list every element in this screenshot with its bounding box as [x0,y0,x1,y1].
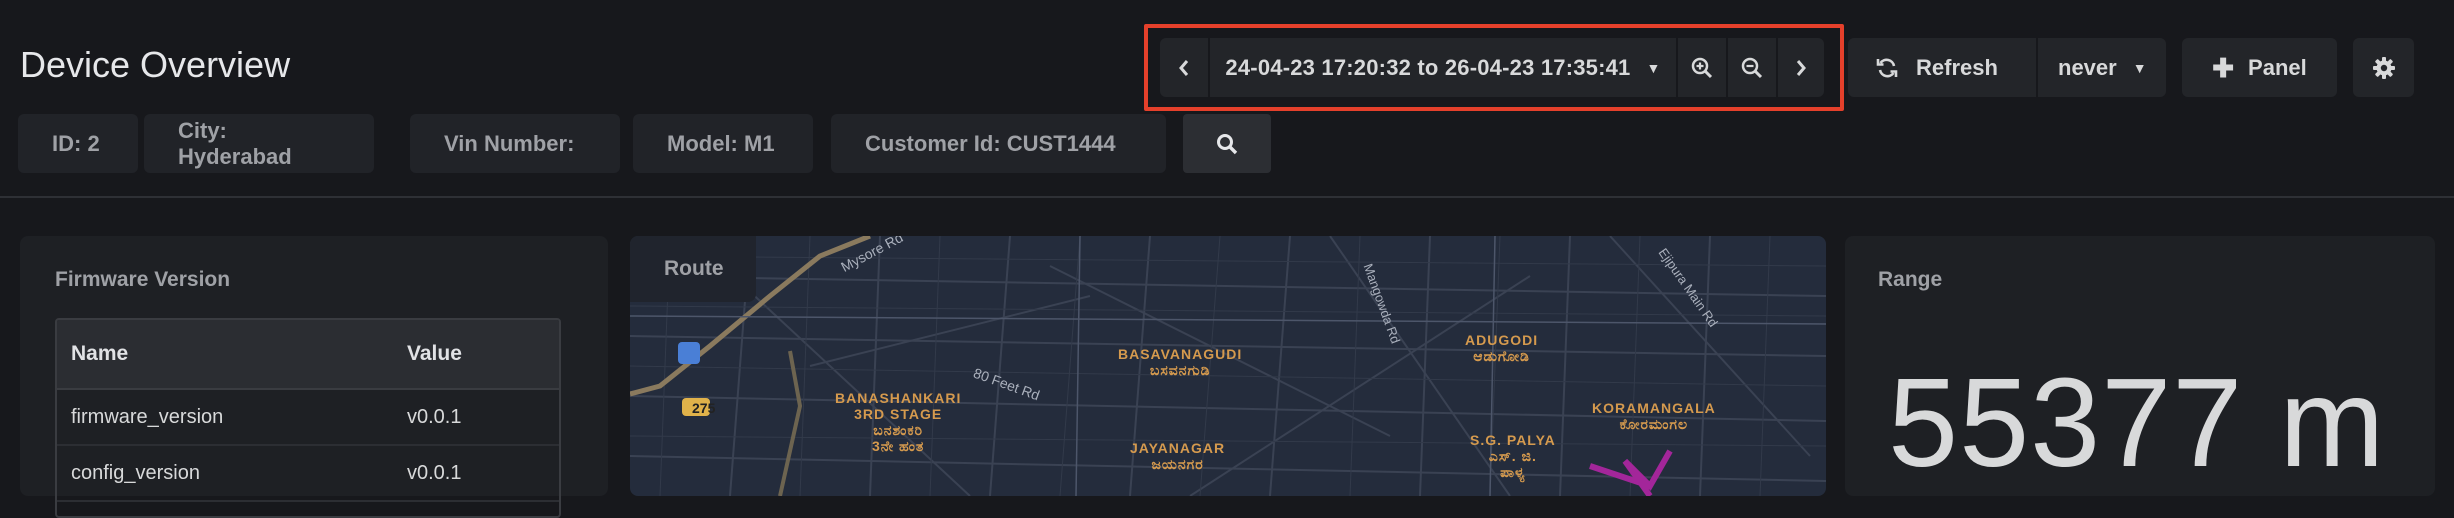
panel-title: Route [630,236,756,302]
filter-chip-id[interactable]: ID: 2 [18,114,138,173]
page-title: Device Overview [20,44,291,85]
chevron-left-icon [1179,59,1189,76]
zoom-in-button[interactable] [1678,38,1728,97]
caret-down-icon: ▼ [2132,59,2147,76]
add-panel-label: Panel [2248,54,2307,80]
chevron-right-icon [1796,59,1806,76]
settings-button[interactable] [2353,38,2414,97]
shift-forward-button[interactable] [1778,38,1824,97]
zoom-out-icon [1741,57,1763,78]
map-label: BASAVANAGUDI ಬಸವನಗುಡಿ [1118,346,1243,378]
table-row: config_version v0.0.1 [57,446,559,502]
filter-chip-model[interactable]: Model: M1 [633,114,813,173]
table-row: firmware_version v0.0.1 [57,390,559,446]
add-panel-button[interactable]: ✚ Panel [2182,38,2337,97]
map-label: S.G. PALYA ಎಸ್. ಜಿ. ಪಾಳ್ಯ [1470,432,1556,480]
zoom-in-icon [1691,57,1713,78]
time-range-picker: 24-04-23 17:20:32 to 26-04-23 17:35:41 ▼ [1160,38,1824,97]
search-button[interactable] [1183,114,1271,173]
filter-chip-vin[interactable]: Vin Number: [410,114,620,173]
search-icon [1217,133,1238,154]
map-label: BANASHANKARI 3RD STAGE ಬನಶಂಕರಿ 3ನೇ ಹಂತ [835,390,962,454]
column-header-name[interactable]: Name [57,342,407,366]
refresh-group: Refresh never ▼ [1848,38,2166,97]
plus-icon: ✚ [2212,52,2235,83]
panel-title: Range [1878,268,1943,291]
refresh-interval-picker[interactable]: never ▼ [2038,55,2147,81]
zoom-out-button[interactable] [1728,38,1778,97]
refresh-label: Refresh [1916,54,1998,80]
caret-down-icon: ▼ [1646,59,1661,76]
refresh-interval-label: never [2058,54,2117,80]
highway-shield: 275 [692,400,716,416]
shift-back-button[interactable] [1160,38,1210,97]
firmware-table: Name Value firmware_version v0.0.1 confi… [55,318,561,518]
route-map[interactable]: 275 Mysore Rd 80 Feet Rd Mangowda Rd Eji… [630,236,1826,496]
map-label: KORAMANGALA ಕೋರಮಂಗಲ [1592,400,1716,432]
panel-title: Firmware Version [55,268,231,291]
gear-icon [2372,56,2395,79]
map-label: JAYANAGAR ಜಯನಗರ [1130,440,1226,472]
time-range-button[interactable]: 24-04-23 17:20:32 to 26-04-23 17:35:41 ▼ [1210,38,1678,97]
header-divider [0,196,2454,198]
time-range-label: 24-04-23 17:20:32 to 26-04-23 17:35:41 [1225,54,1631,80]
range-value: 55377 m [1888,352,2386,493]
filter-chip-customer[interactable]: Customer Id: CUST1444 [831,114,1166,173]
filter-chip-city[interactable]: City: Hyderabad [144,114,374,173]
map-label: ADUGODI ಆಡುಗೋಡಿ [1465,332,1539,364]
column-header-value[interactable]: Value [407,342,559,366]
refresh-button[interactable]: Refresh [1848,38,2038,97]
refresh-icon [1876,58,1898,77]
table-header: Name Value [57,320,559,390]
